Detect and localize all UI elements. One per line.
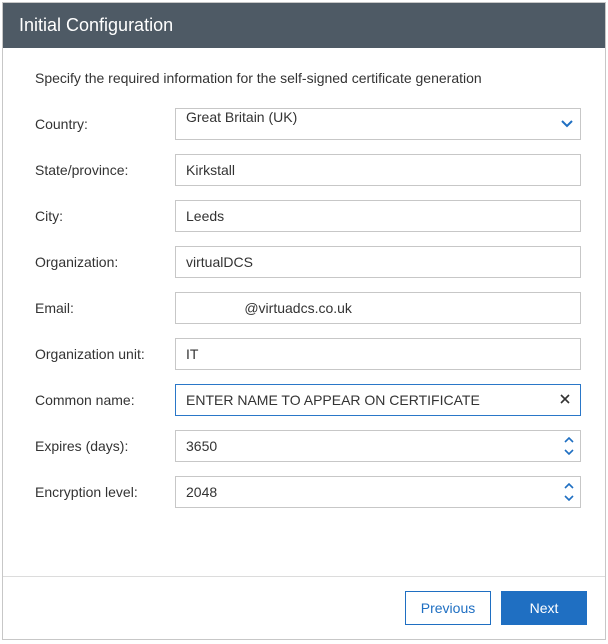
chevron-down-icon[interactable] bbox=[561, 446, 577, 458]
next-button[interactable]: Next bbox=[501, 591, 587, 625]
dialog-footer: Previous Next bbox=[3, 576, 605, 639]
initial-configuration-dialog: Initial Configuration Specify the requir… bbox=[2, 2, 606, 640]
common-name-input[interactable] bbox=[175, 384, 581, 416]
state-input[interactable] bbox=[175, 154, 581, 186]
row-expires: Expires (days): bbox=[27, 430, 581, 462]
organization-input[interactable] bbox=[175, 246, 581, 278]
dialog-title: Initial Configuration bbox=[19, 15, 173, 35]
label-email: Email: bbox=[27, 300, 175, 316]
encryption-input[interactable] bbox=[175, 476, 581, 508]
row-city: City: bbox=[27, 200, 581, 232]
label-expires: Expires (days): bbox=[27, 438, 175, 454]
next-button-label: Next bbox=[530, 600, 559, 616]
city-input[interactable] bbox=[175, 200, 581, 232]
label-encryption: Encryption level: bbox=[27, 484, 175, 500]
chevron-down-icon[interactable] bbox=[561, 492, 577, 504]
row-state: State/province: bbox=[27, 154, 581, 186]
label-common-name: Common name: bbox=[27, 392, 175, 408]
chevron-up-icon[interactable] bbox=[561, 480, 577, 492]
row-org-unit: Organization unit: bbox=[27, 338, 581, 370]
label-org-unit: Organization unit: bbox=[27, 346, 175, 362]
label-country: Country: bbox=[27, 116, 175, 132]
expires-input[interactable] bbox=[175, 430, 581, 462]
instruction-text: Specify the required information for the… bbox=[27, 70, 581, 86]
row-common-name: Common name: bbox=[27, 384, 581, 416]
chevron-up-icon[interactable] bbox=[561, 434, 577, 446]
country-select[interactable]: Great Britain (UK) bbox=[175, 108, 581, 140]
row-country: Country: Great Britain (UK) bbox=[27, 108, 581, 140]
clear-icon[interactable] bbox=[557, 390, 573, 410]
previous-button[interactable]: Previous bbox=[405, 591, 491, 625]
country-selected-value: Great Britain (UK) bbox=[186, 109, 297, 125]
dialog-body: Specify the required information for the… bbox=[3, 48, 605, 576]
email-input[interactable] bbox=[175, 292, 581, 324]
label-state: State/province: bbox=[27, 162, 175, 178]
previous-button-label: Previous bbox=[421, 600, 475, 616]
row-email: Email: bbox=[27, 292, 581, 324]
org-unit-input[interactable] bbox=[175, 338, 581, 370]
expires-spinner bbox=[561, 432, 577, 460]
dialog-header: Initial Configuration bbox=[3, 3, 605, 48]
label-organization: Organization: bbox=[27, 254, 175, 270]
label-city: City: bbox=[27, 208, 175, 224]
row-encryption: Encryption level: bbox=[27, 476, 581, 508]
encryption-spinner bbox=[561, 478, 577, 506]
row-organization: Organization: bbox=[27, 246, 581, 278]
